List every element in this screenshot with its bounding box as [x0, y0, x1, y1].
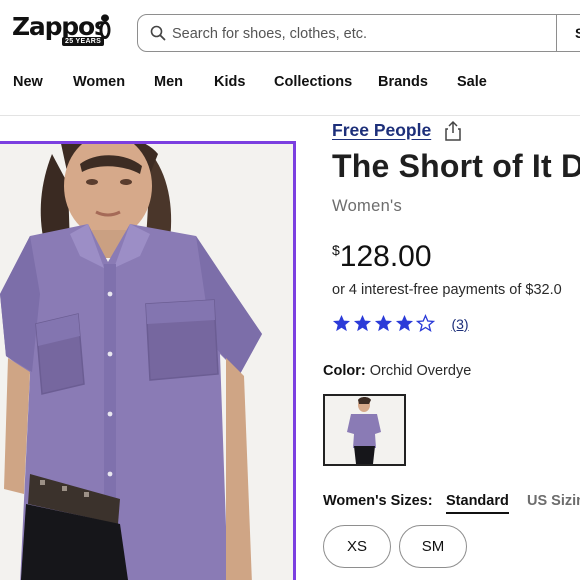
size-option-xs[interactable]: XS	[323, 525, 391, 568]
nav-item-kids[interactable]: Kids	[214, 74, 245, 90]
logo-foot-icon	[99, 14, 111, 39]
nav-item-sale[interactable]: Sale	[457, 74, 487, 90]
size-system-us-tab[interactable]: US Sizin	[527, 493, 580, 509]
star-icon	[332, 314, 351, 332]
size-system-row: Women's Sizes: Standard US Sizin	[323, 493, 580, 517]
product-title: The Short of It D	[332, 148, 580, 184]
color-label: Color:	[323, 363, 366, 379]
main-nav: New Women Men Kids Collections Brands Sa…	[0, 74, 580, 96]
share-icon[interactable]	[444, 120, 462, 142]
review-count-link[interactable]: (3)	[451, 316, 468, 332]
color-selection: Color: Orchid Overdye	[323, 363, 471, 379]
nav-item-men[interactable]: Men	[154, 74, 183, 90]
product-main-image[interactable]	[0, 141, 296, 580]
product-gender: Women's	[332, 197, 403, 215]
product-price: $128.00	[332, 240, 432, 274]
search-button[interactable]: S	[556, 15, 580, 51]
color-value: Orchid Overdye	[369, 363, 472, 379]
color-swatch-orchid-overdye[interactable]	[323, 394, 406, 466]
sizes-label: Women's Sizes:	[323, 493, 433, 509]
search-input[interactable]	[172, 24, 552, 44]
star-icon	[353, 314, 372, 332]
search-icon[interactable]	[150, 25, 166, 41]
brand-link[interactable]: Free People	[332, 120, 431, 141]
search-bar: S	[137, 14, 580, 52]
swatch-thumbnail	[325, 396, 404, 464]
header-divider	[0, 115, 580, 116]
product-photo	[0, 144, 293, 580]
nav-item-women[interactable]: Women	[73, 74, 125, 90]
nav-item-new[interactable]: New	[13, 74, 43, 90]
star-icon	[374, 314, 393, 332]
star-icon	[395, 314, 414, 332]
size-system-standard-tab[interactable]: Standard	[446, 493, 509, 514]
installment-text: or 4 interest-free payments of $32.0	[332, 282, 562, 298]
nav-item-collections[interactable]: Collections	[274, 74, 352, 90]
price-amount: 128.00	[339, 240, 432, 273]
nav-item-brands[interactable]: Brands	[378, 74, 428, 90]
price-currency: $	[332, 242, 340, 258]
star-outline-icon	[416, 314, 435, 332]
rating-stars[interactable]: (3)	[332, 314, 469, 338]
zappos-logo[interactable]: Zappos 25 YEARS	[12, 12, 112, 48]
size-option-sm[interactable]: SM	[399, 525, 467, 568]
